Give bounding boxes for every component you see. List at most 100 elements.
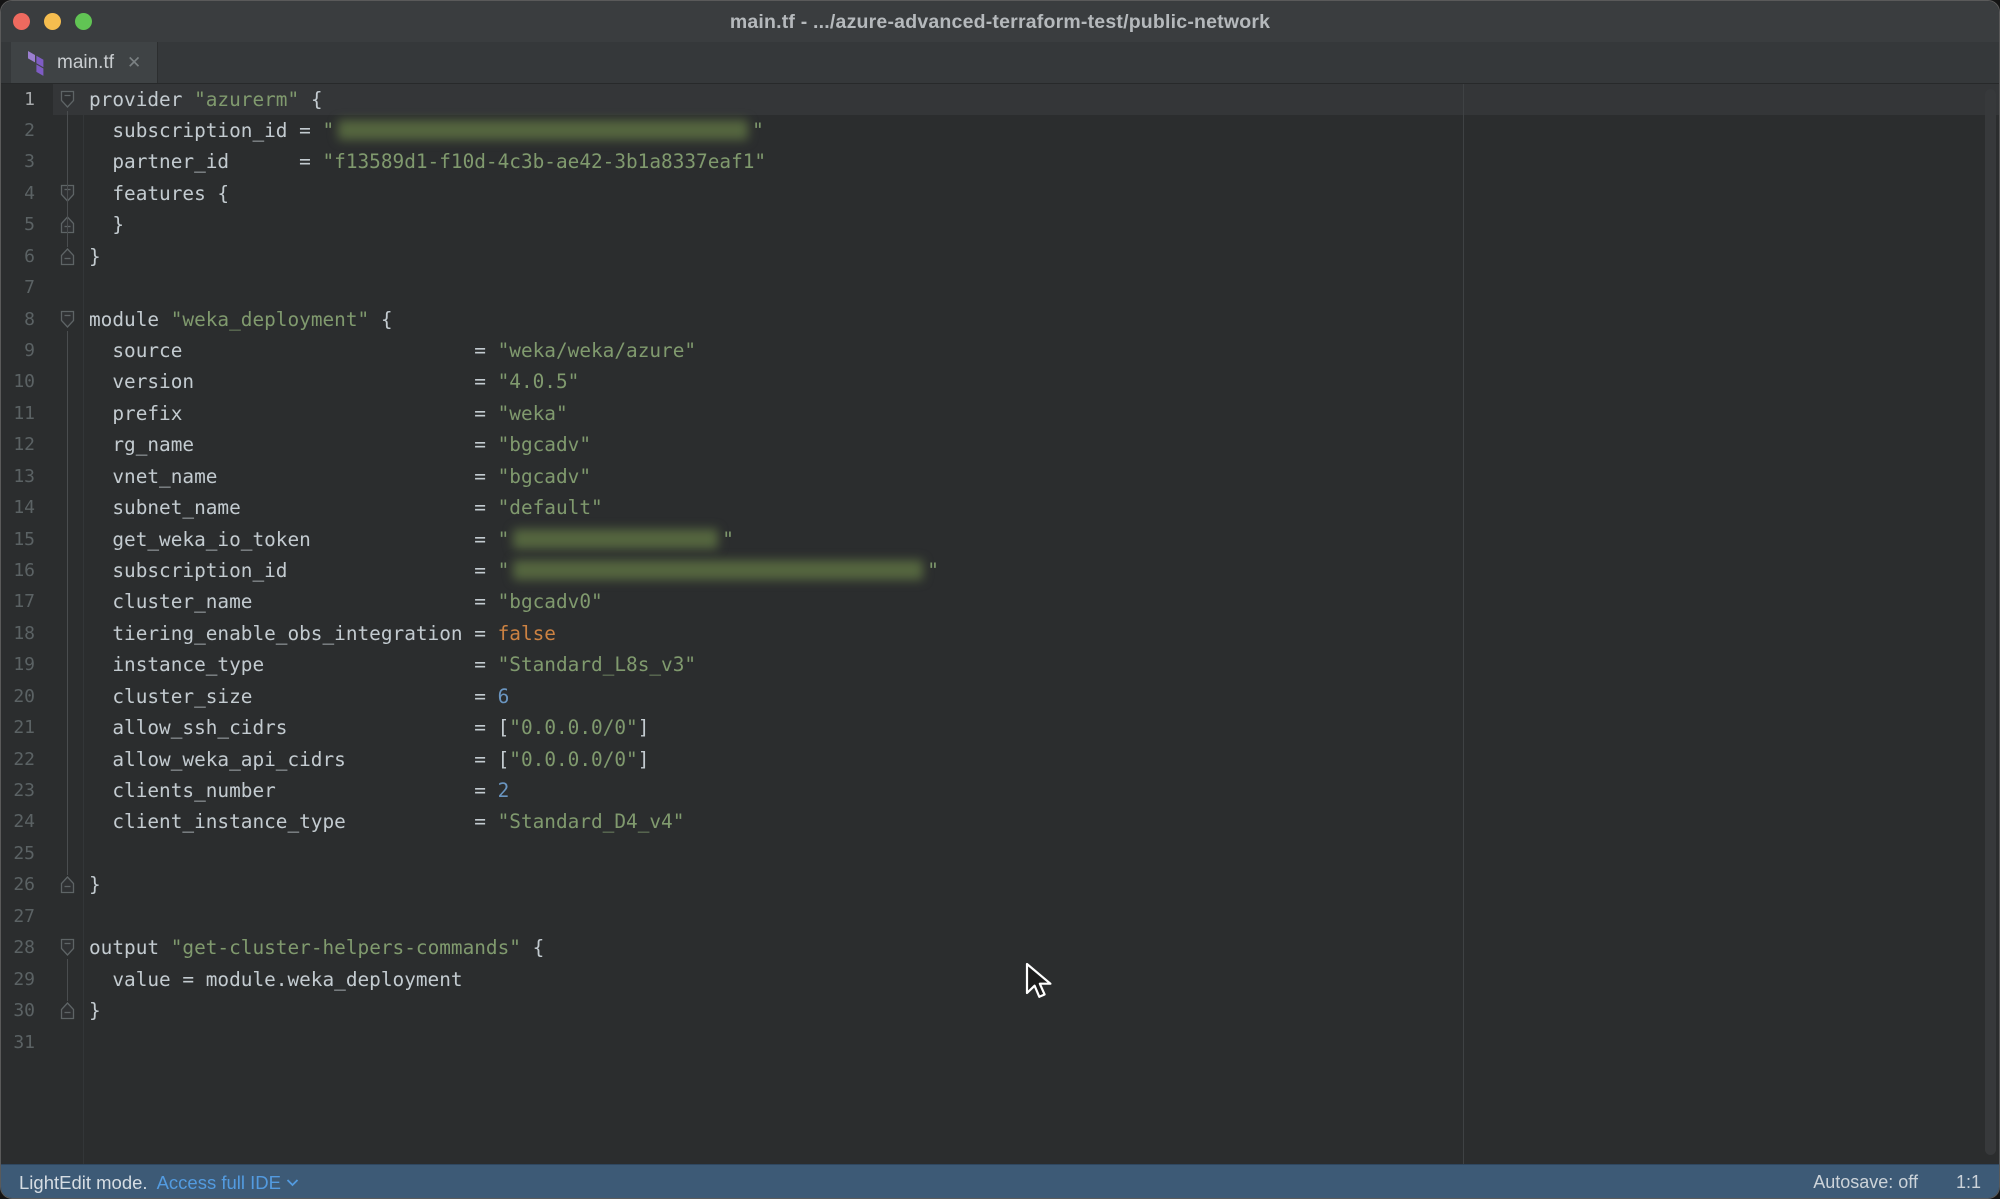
code-line: 30} <box>1 995 1999 1026</box>
code-token: "bgcadv" <box>498 433 591 456</box>
line-number: 6 <box>1 241 35 272</box>
code-token: vnet_name = <box>89 465 498 488</box>
code-line: 25 <box>1 838 1999 869</box>
code-line: 29 value = module.weka_deployment <box>1 964 1999 995</box>
code-token: 6 <box>498 685 510 708</box>
lightedit-mode-label: LightEdit mode. <box>19 1172 148 1194</box>
right-margin-guide <box>1463 84 1464 1164</box>
code-line: 13 vnet_name = "bgcadv" <box>1 461 1999 492</box>
code-text: } <box>89 241 101 272</box>
title-bar[interactable]: main.tf - .../azure-advanced-terraform-t… <box>1 1 1999 42</box>
code-token: " <box>322 119 334 142</box>
code-token: } <box>89 213 124 236</box>
code-text: provider "azurerm" { <box>89 84 323 115</box>
code-line: 1provider "azurerm" { <box>1 84 1999 115</box>
code-line: 16 subscription_id = "" <box>1 555 1999 586</box>
code-line: 27 <box>1 901 1999 932</box>
code-token: 2 <box>498 779 510 802</box>
window-title: main.tf - .../azure-advanced-terraform-t… <box>1 1 1999 42</box>
code-text: module "weka_deployment" { <box>89 304 393 335</box>
code-token: get_weka_io_token = <box>89 528 498 551</box>
code-line: 6} <box>1 241 1999 272</box>
redacted-value <box>513 529 718 549</box>
code-text: features { <box>89 178 229 209</box>
code-text: allow_ssh_cidrs = ["0.0.0.0/0"] <box>89 712 649 743</box>
code-token: source = <box>89 339 498 362</box>
code-token: "weka_deployment" <box>171 308 369 331</box>
code-token: } <box>89 873 101 896</box>
code-token: cluster_name = <box>89 590 498 613</box>
line-number: 29 <box>1 964 35 995</box>
code-token: [ <box>498 748 510 771</box>
code-token: features { <box>89 182 229 205</box>
code-text: subscription_id = "" <box>89 115 764 146</box>
tab-main-tf[interactable]: main.tf ✕ <box>11 42 158 83</box>
code-line: 2 subscription_id = "" <box>1 115 1999 146</box>
code-line: 4 features { <box>1 178 1999 209</box>
code-token: "weka" <box>498 402 568 425</box>
line-number: 18 <box>1 618 35 649</box>
code-line: 20 cluster_size = 6 <box>1 681 1999 712</box>
code-text: rg_name = "bgcadv" <box>89 429 591 460</box>
line-number: 11 <box>1 398 35 429</box>
code-line: 18 tiering_enable_obs_integration = fals… <box>1 618 1999 649</box>
code-line: 10 version = "4.0.5" <box>1 366 1999 397</box>
line-number: 14 <box>1 492 35 523</box>
code-text: allow_weka_api_cidrs = ["0.0.0.0/0"] <box>89 744 649 775</box>
code-token: } <box>89 245 101 268</box>
fold-close-icon[interactable] <box>59 874 76 900</box>
code-text: subscription_id = " " <box>89 555 939 586</box>
code-text: vnet_name = "bgcadv" <box>89 461 591 492</box>
code-token: provider <box>89 88 194 111</box>
code-token: " <box>498 528 510 551</box>
code-token: "bgcadv0" <box>498 590 603 613</box>
code-token: clients_number = <box>89 779 498 802</box>
caret-position-widget[interactable]: 1:1 <box>1956 1172 1981 1193</box>
line-number: 10 <box>1 366 35 397</box>
code-token: [ <box>498 716 510 739</box>
code-token: "Standard_D4_v4" <box>498 810 685 833</box>
code-line: 21 allow_ssh_cidrs = ["0.0.0.0/0"] <box>1 712 1999 743</box>
code-line: 23 clients_number = 2 <box>1 775 1999 806</box>
code-text: tiering_enable_obs_integration = false <box>89 618 556 649</box>
code-line: 22 allow_weka_api_cidrs = ["0.0.0.0/0"] <box>1 744 1999 775</box>
line-number: 24 <box>1 806 35 837</box>
line-number: 26 <box>1 869 35 900</box>
autosave-status: Autosave: off <box>1813 1172 1918 1193</box>
line-number: 15 <box>1 524 35 555</box>
code-line: 5 } <box>1 209 1999 240</box>
line-number: 23 <box>1 775 35 806</box>
code-token: "weka/weka/azure" <box>498 339 696 362</box>
line-number: 3 <box>1 146 35 177</box>
line-number: 31 <box>1 1027 35 1058</box>
vertical-scrollbar[interactable] <box>1985 89 1996 1155</box>
code-token: allow_ssh_cidrs = <box>89 716 498 739</box>
line-number: 2 <box>1 115 35 146</box>
code-token: "Standard_L8s_v3" <box>498 653 696 676</box>
code-token: tiering_enable_obs_integration = <box>89 622 498 645</box>
code-token: { <box>299 88 322 111</box>
line-number: 19 <box>1 649 35 680</box>
code-token: } <box>89 999 101 1022</box>
code-token: " <box>927 559 939 582</box>
code-line: 3 partner_id = "f13589d1-f10d-4c3b-ae42-… <box>1 146 1999 177</box>
fold-close-icon[interactable] <box>59 246 76 272</box>
tab-strip: main.tf ✕ <box>1 42 1999 84</box>
code-token: " <box>498 559 510 582</box>
code-token: subscription_id = <box>89 559 498 582</box>
code-text: version = "4.0.5" <box>89 366 579 397</box>
line-number: 9 <box>1 335 35 366</box>
line-number: 17 <box>1 586 35 617</box>
code-text: partner_id = "f13589d1-f10d-4c3b-ae42-3b… <box>89 146 766 177</box>
fold-close-icon[interactable] <box>59 1000 76 1026</box>
code-text: subnet_name = "default" <box>89 492 603 523</box>
fold-range-line <box>67 959 68 1001</box>
tab-close-icon[interactable]: ✕ <box>127 54 141 71</box>
code-token: partner_id = <box>89 150 322 173</box>
code-line: 28output "get-cluster-helpers-commands" … <box>1 932 1999 963</box>
code-line: 12 rg_name = "bgcadv" <box>1 429 1999 460</box>
code-line: 26} <box>1 869 1999 900</box>
code-token: version = <box>89 370 498 393</box>
code-token: instance_type = <box>89 653 498 676</box>
access-full-ide-link[interactable]: Access full IDE <box>157 1172 299 1194</box>
